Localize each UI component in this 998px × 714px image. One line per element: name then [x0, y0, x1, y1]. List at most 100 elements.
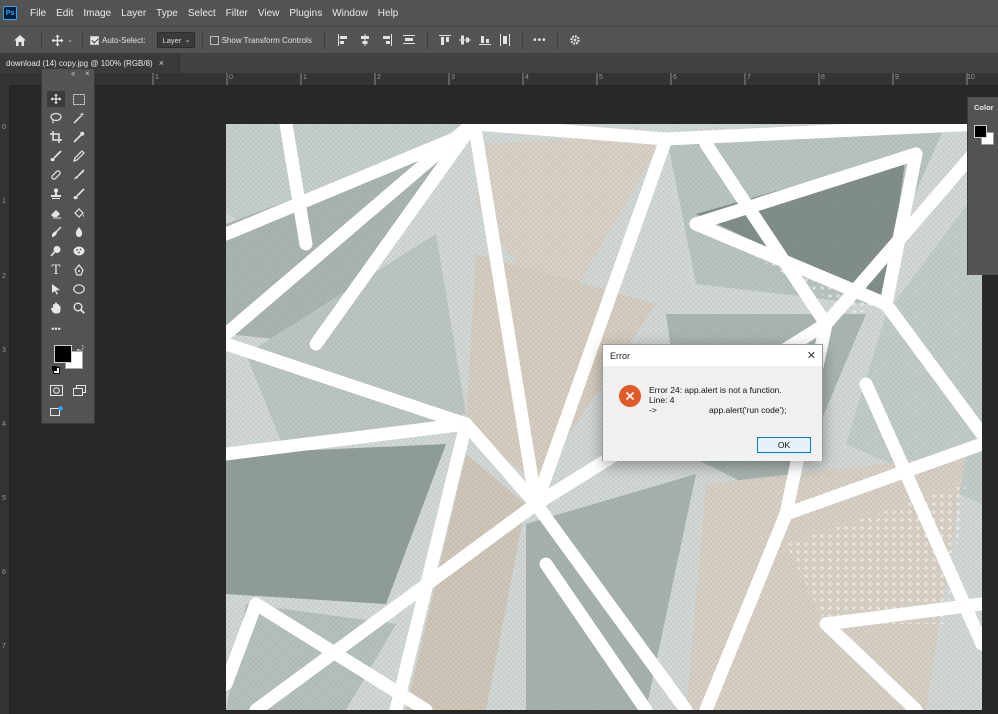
align-bottom-edges-icon[interactable]	[475, 34, 495, 46]
tools-panel-header[interactable]: « ×	[42, 69, 94, 89]
edit-toolbar-icon[interactable]: •••	[47, 321, 65, 337]
menu-edit[interactable]: Edit	[51, 0, 78, 26]
paint-bucket-icon[interactable]	[70, 205, 88, 221]
tool-preset-chevron-down-icon[interactable]: ⌄	[65, 36, 75, 44]
error-arrow: ->	[649, 405, 657, 415]
crop-icon[interactable]	[47, 129, 65, 145]
ruler-origin[interactable]	[0, 73, 10, 86]
dodge-icon[interactable]	[47, 243, 65, 259]
horizontal-ruler[interactable]: 1 0 1 2 3 4 5 6 7 8 9 10	[10, 73, 998, 86]
history-brush-icon[interactable]	[70, 167, 88, 183]
error-code-line: -> app.alert('run code');	[649, 405, 819, 415]
pen-tool-icon[interactable]	[70, 262, 88, 278]
screen-mode-icon[interactable]	[70, 382, 88, 398]
ruler-label: 7	[2, 643, 6, 650]
menu-window[interactable]: Window	[327, 0, 373, 26]
menu-filter[interactable]: Filter	[221, 0, 253, 26]
art-history-brush-icon[interactable]	[70, 186, 88, 202]
collapse-panel-icon[interactable]: «	[71, 69, 75, 78]
gear-icon[interactable]	[565, 34, 585, 46]
divider	[201, 31, 203, 49]
divider	[323, 31, 325, 49]
divider	[521, 31, 523, 49]
divider	[426, 31, 428, 49]
divider	[82, 31, 83, 49]
menu-select[interactable]: Select	[183, 0, 221, 26]
error-dialog: Error ✕ Error 24: app.alert is not a fun…	[602, 344, 823, 461]
hand-tool-icon[interactable]	[47, 300, 65, 316]
error-code: app.alert('run code');	[709, 405, 787, 415]
auto-select-target-dropdown[interactable]: Layer ⌄	[156, 32, 195, 48]
zoom-icon[interactable]	[70, 300, 88, 316]
eyedropper-icon[interactable]	[70, 129, 88, 145]
clone-stamp-icon[interactable]	[47, 186, 65, 202]
menu-layer[interactable]: Layer	[116, 0, 151, 26]
ruler-label: 0	[229, 74, 233, 81]
divider	[41, 31, 42, 49]
ruler-label: 8	[821, 74, 825, 81]
align-vertical-centers-icon[interactable]	[455, 34, 475, 46]
lasso-icon[interactable]	[47, 110, 65, 126]
show-transform-controls-label: Show Transform Controls	[221, 35, 312, 45]
error-message: Error 24: app.alert is not a function. L…	[649, 385, 819, 415]
ruler-label: 2	[2, 273, 6, 280]
distribute-vertical-icon[interactable]	[398, 34, 420, 46]
quick-mask-icon[interactable]	[47, 382, 65, 398]
smudge-icon[interactable]	[47, 224, 65, 240]
ruler-label: 5	[599, 74, 603, 81]
sponge-icon[interactable]	[70, 243, 88, 259]
move-tool-icon[interactable]	[47, 91, 65, 107]
close-icon[interactable]: ×	[159, 58, 164, 68]
move-tool-icon[interactable]	[49, 34, 65, 47]
close-icon[interactable]: ×	[85, 69, 90, 78]
spot-healing-icon[interactable]	[47, 167, 65, 183]
align-top-edges-icon[interactable]	[435, 34, 455, 46]
distribute-horizontal-icon[interactable]	[495, 34, 515, 46]
swap-colors-icon[interactable]: ⤾	[77, 344, 84, 354]
ruler-label: 9	[895, 74, 899, 81]
photoshop-logo-icon[interactable]: Ps	[3, 6, 17, 20]
auto-select-checkbox[interactable]	[90, 35, 99, 45]
document-tab-title: download (14) copy.jpg @ 100% (RGB/8)	[6, 58, 153, 68]
brush-icon[interactable]	[47, 148, 65, 164]
close-icon[interactable]: ✕	[807, 349, 816, 362]
ruler-label: 0	[2, 124, 6, 131]
color-panel-title[interactable]: Color	[974, 103, 994, 112]
share-frame-icon[interactable]	[47, 404, 65, 420]
pencil-icon[interactable]	[70, 148, 88, 164]
rectangular-marquee-icon[interactable]	[70, 91, 88, 107]
path-selection-icon[interactable]	[47, 281, 65, 297]
ok-button[interactable]: OK	[757, 437, 811, 453]
more-options-icon[interactable]: •••	[530, 35, 550, 46]
options-bar: ⌄ Auto-Select: Layer ⌄ Show Transform Co…	[0, 26, 998, 53]
default-colors-icon[interactable]	[52, 366, 60, 374]
ruler-label: 7	[747, 74, 751, 81]
foreground-color-swatch[interactable]	[54, 345, 72, 363]
error-dialog-titlebar[interactable]: Error ✕	[603, 345, 822, 366]
vertical-ruler[interactable]: 0 1 2 3 4 5 6 7	[0, 86, 10, 714]
auto-select-label: Auto-Select:	[102, 35, 146, 45]
align-horizontal-centers-icon[interactable]	[354, 34, 376, 46]
menu-image[interactable]: Image	[78, 0, 116, 26]
ellipse-shape-icon[interactable]	[70, 281, 88, 297]
ruler-label: 4	[525, 74, 529, 81]
blur-drop-icon[interactable]	[70, 224, 88, 240]
menu-type[interactable]: Type	[151, 0, 183, 26]
menu-view[interactable]: View	[253, 0, 285, 26]
align-left-edges-icon[interactable]	[332, 34, 354, 46]
show-transform-controls-checkbox[interactable]	[209, 35, 219, 45]
eraser-icon[interactable]	[47, 205, 65, 221]
auto-select-target-value: Layer	[162, 35, 182, 45]
error-icon	[619, 385, 641, 407]
menu-plugins[interactable]: Plugins	[284, 0, 327, 26]
menu-file[interactable]: File	[25, 0, 51, 26]
color-panel-foreground-swatch[interactable]	[974, 125, 987, 138]
color-panel: Color	[967, 97, 998, 275]
home-icon[interactable]	[6, 34, 34, 47]
type-tool-icon[interactable]: T	[47, 262, 65, 278]
ruler-label: 3	[2, 347, 6, 354]
ruler-label: 6	[2, 569, 6, 576]
magic-wand-icon[interactable]	[70, 110, 88, 126]
menu-help[interactable]: Help	[373, 0, 404, 26]
align-right-edges-icon[interactable]	[376, 34, 398, 46]
